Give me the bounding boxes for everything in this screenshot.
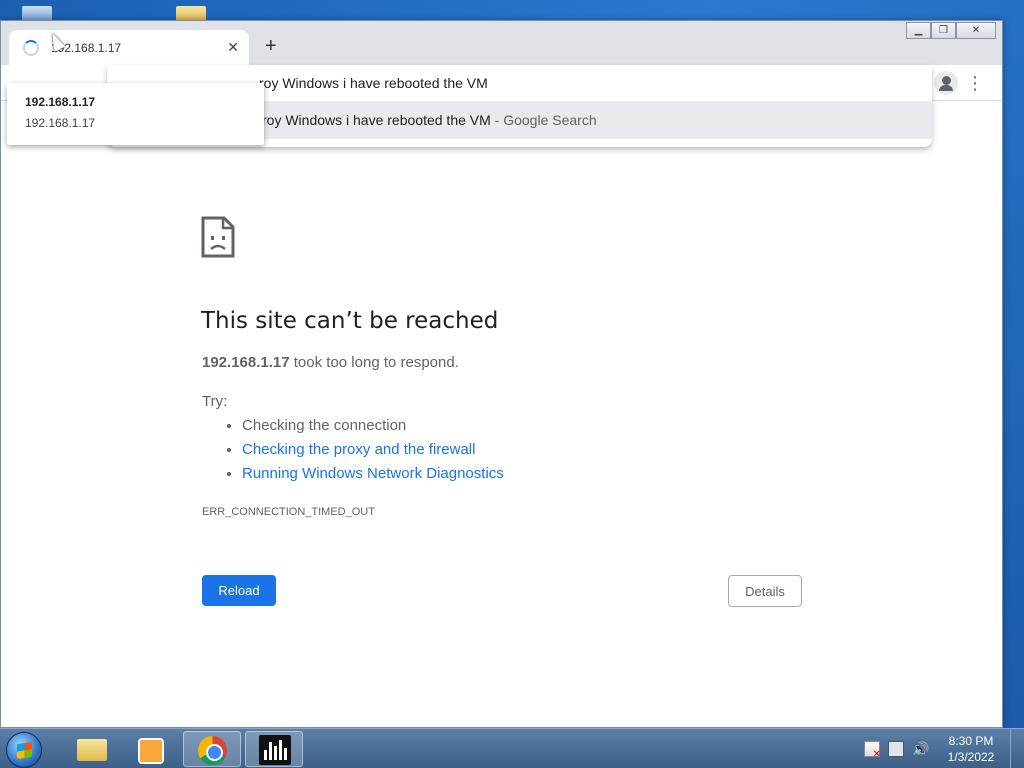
show-desktop-button[interactable] bbox=[1010, 729, 1024, 768]
window-controls: ▁ ❐ ✕ bbox=[906, 22, 996, 39]
details-button[interactable]: Details bbox=[728, 575, 802, 607]
suggestion-network-diagnostics-link[interactable]: Running Windows Network Diagnostics bbox=[242, 465, 504, 482]
tab-active[interactable]: 192.168.1.17 ✕ bbox=[9, 30, 249, 65]
suggestion-list: Checking the connection Checking the pro… bbox=[242, 417, 504, 489]
action-center-flag-icon[interactable] bbox=[864, 741, 881, 760]
list-item[interactable]: Running Windows Network Diagnostics bbox=[242, 465, 504, 489]
taskbar-explorer-button[interactable] bbox=[62, 731, 120, 767]
sad-page-icon bbox=[201, 216, 235, 258]
suggestion-suffix: - Google Search bbox=[490, 112, 597, 128]
profile-icon[interactable] bbox=[934, 71, 958, 95]
new-tab-button[interactable]: + bbox=[265, 35, 277, 58]
taskbar-media-player-button[interactable] bbox=[121, 731, 179, 767]
error-message-text: took too long to respond. bbox=[289, 354, 459, 371]
browser-window: 192.168.1.17 ✕ + ▁ ❐ ✕ ⋮ roy Windows i h… bbox=[0, 20, 1003, 728]
minimize-button[interactable]: ▁ bbox=[906, 22, 931, 39]
system-tray: 🔊 8:30 PM 1/3/2022 bbox=[864, 729, 1024, 768]
restore-button[interactable]: ❐ bbox=[931, 22, 956, 39]
start-button[interactable] bbox=[6, 732, 42, 768]
equalizer-icon bbox=[259, 735, 291, 765]
suggestion-check-connection: Checking the connection bbox=[242, 417, 407, 434]
close-window-button[interactable]: ✕ bbox=[956, 22, 996, 39]
error-heading: This site can’t be reached bbox=[201, 308, 499, 334]
hover-card-url: 192.168.1.17 bbox=[25, 116, 96, 130]
network-icon[interactable] bbox=[888, 741, 904, 757]
clock-date: 1/3/2022 bbox=[947, 750, 995, 764]
error-host: 192.168.1.17 bbox=[202, 354, 290, 371]
chrome-icon bbox=[198, 736, 227, 765]
tab-title: 192.168.1.17 bbox=[51, 40, 122, 55]
error-message: 192.168.1.17 took too long to respond. bbox=[202, 354, 459, 371]
tab-hover-card: 192.168.1.17 192.168.1.17 bbox=[7, 83, 264, 145]
suggestion-proxy-firewall-link[interactable]: Checking the proxy and the firewall bbox=[242, 441, 475, 458]
taskbar-app-button[interactable] bbox=[245, 731, 303, 767]
taskbar: 🔊 8:30 PM 1/3/2022 bbox=[0, 728, 1024, 768]
tab-strip: 192.168.1.17 ✕ + ▁ ❐ ✕ bbox=[1, 21, 1002, 65]
suggestion-text: roy Windows i have rebooted the VM bbox=[262, 112, 491, 128]
list-item: Checking the connection bbox=[242, 417, 504, 441]
hover-card-title: 192.168.1.17 bbox=[25, 95, 96, 109]
try-label: Try: bbox=[202, 393, 228, 410]
kebab-menu-icon[interactable]: ⋮ bbox=[966, 71, 984, 95]
loading-spinner-icon bbox=[23, 39, 39, 56]
error-code: ERR_CONNECTION_TIMED_OUT bbox=[202, 506, 375, 518]
reload-button[interactable]: Reload bbox=[202, 575, 276, 606]
list-item[interactable]: Checking the proxy and the firewall bbox=[242, 441, 504, 465]
tab-close-icon[interactable]: ✕ bbox=[227, 39, 239, 56]
clock-time: 8:30 PM bbox=[948, 734, 994, 748]
volume-icon[interactable]: 🔊 bbox=[912, 741, 929, 757]
taskbar-chrome-button[interactable] bbox=[183, 731, 241, 767]
clock[interactable]: 8:30 PM 1/3/2022 bbox=[936, 733, 1006, 765]
